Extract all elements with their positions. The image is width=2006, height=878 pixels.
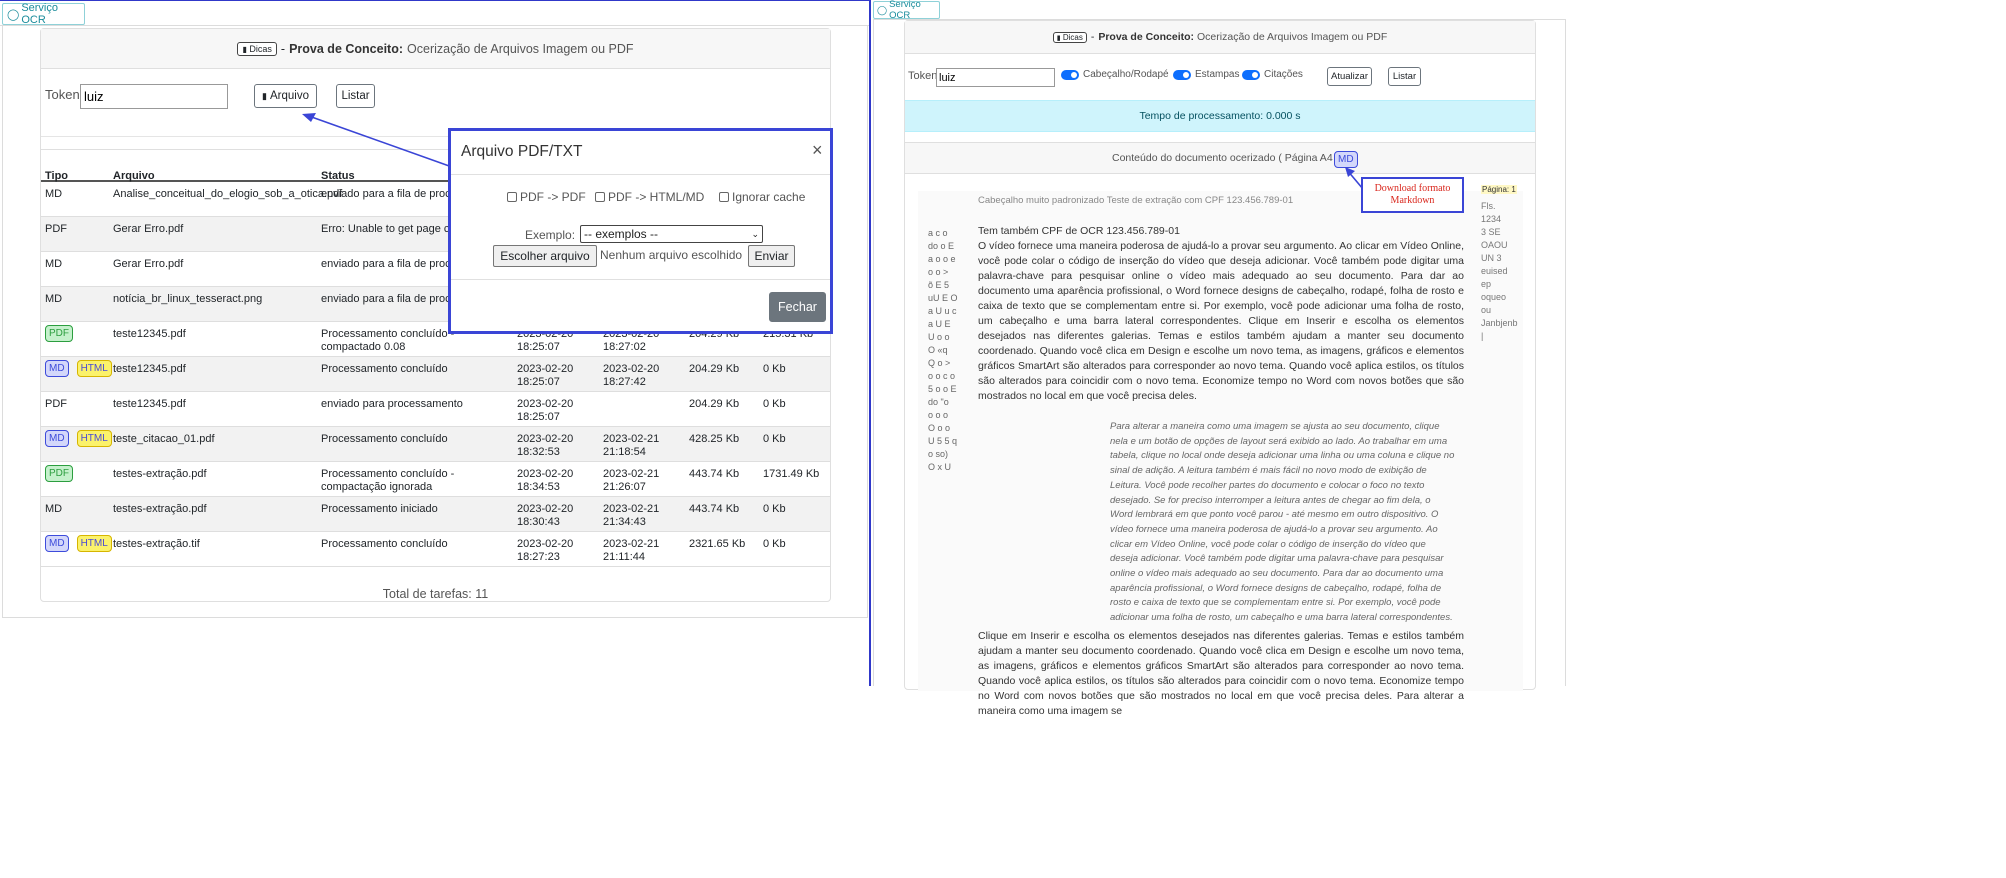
modal-option-ignore-cache[interactable]: Ignorar cache	[719, 190, 805, 204]
modal-title-divider	[451, 174, 830, 175]
modal-title: Arquivo PDF/TXT	[461, 143, 583, 160]
left-pane: ◯ Serviço OCR ▮ Dicas - Prova de Conceit…	[0, 0, 869, 686]
upload-modal: Arquivo PDF/TXT × PDF -> PDF PDF -> HTML…	[448, 128, 833, 334]
annotation-text: Download formato Markdown	[1374, 183, 1451, 206]
right-pane: ◯ Serviço OCR ▮ Dicas - Prova de Conceit…	[871, 0, 1568, 717]
checkbox-icon	[507, 192, 517, 202]
option-pdf-html-label: PDF -> HTML/MD	[608, 190, 705, 204]
modal-close-button[interactable]: ×	[812, 140, 823, 161]
annotation-arrow	[1345, 167, 1364, 190]
option-pdf-pdf-label: PDF -> PDF	[520, 190, 586, 204]
no-file-text: Nenhum arquivo escolhido	[600, 248, 743, 262]
exemplo-select[interactable]: -- exemplos -- ⌄	[580, 225, 763, 243]
markdown-download-annotation: Download formato Markdown	[1361, 177, 1464, 213]
fechar-button[interactable]: Fechar	[769, 292, 826, 322]
callout-arrow	[302, 113, 453, 168]
exemplo-label: Exemplo:	[525, 228, 576, 242]
close-icon: ×	[812, 140, 823, 160]
chevron-down-icon: ⌄	[751, 229, 759, 239]
checkbox-icon	[719, 192, 729, 202]
modal-footer-divider	[451, 279, 830, 280]
option-ignore-cache-label: Ignorar cache	[732, 190, 806, 204]
choose-file-button[interactable]: Escolher arquivo	[493, 245, 597, 267]
modal-option-pdf-html[interactable]: PDF -> HTML/MD	[595, 190, 704, 204]
checkbox-icon	[595, 192, 605, 202]
exemplo-select-value: -- exemplos --	[584, 227, 659, 241]
enviar-button[interactable]: Enviar	[748, 245, 795, 267]
modal-option-pdf-pdf[interactable]: PDF -> PDF	[507, 190, 586, 204]
